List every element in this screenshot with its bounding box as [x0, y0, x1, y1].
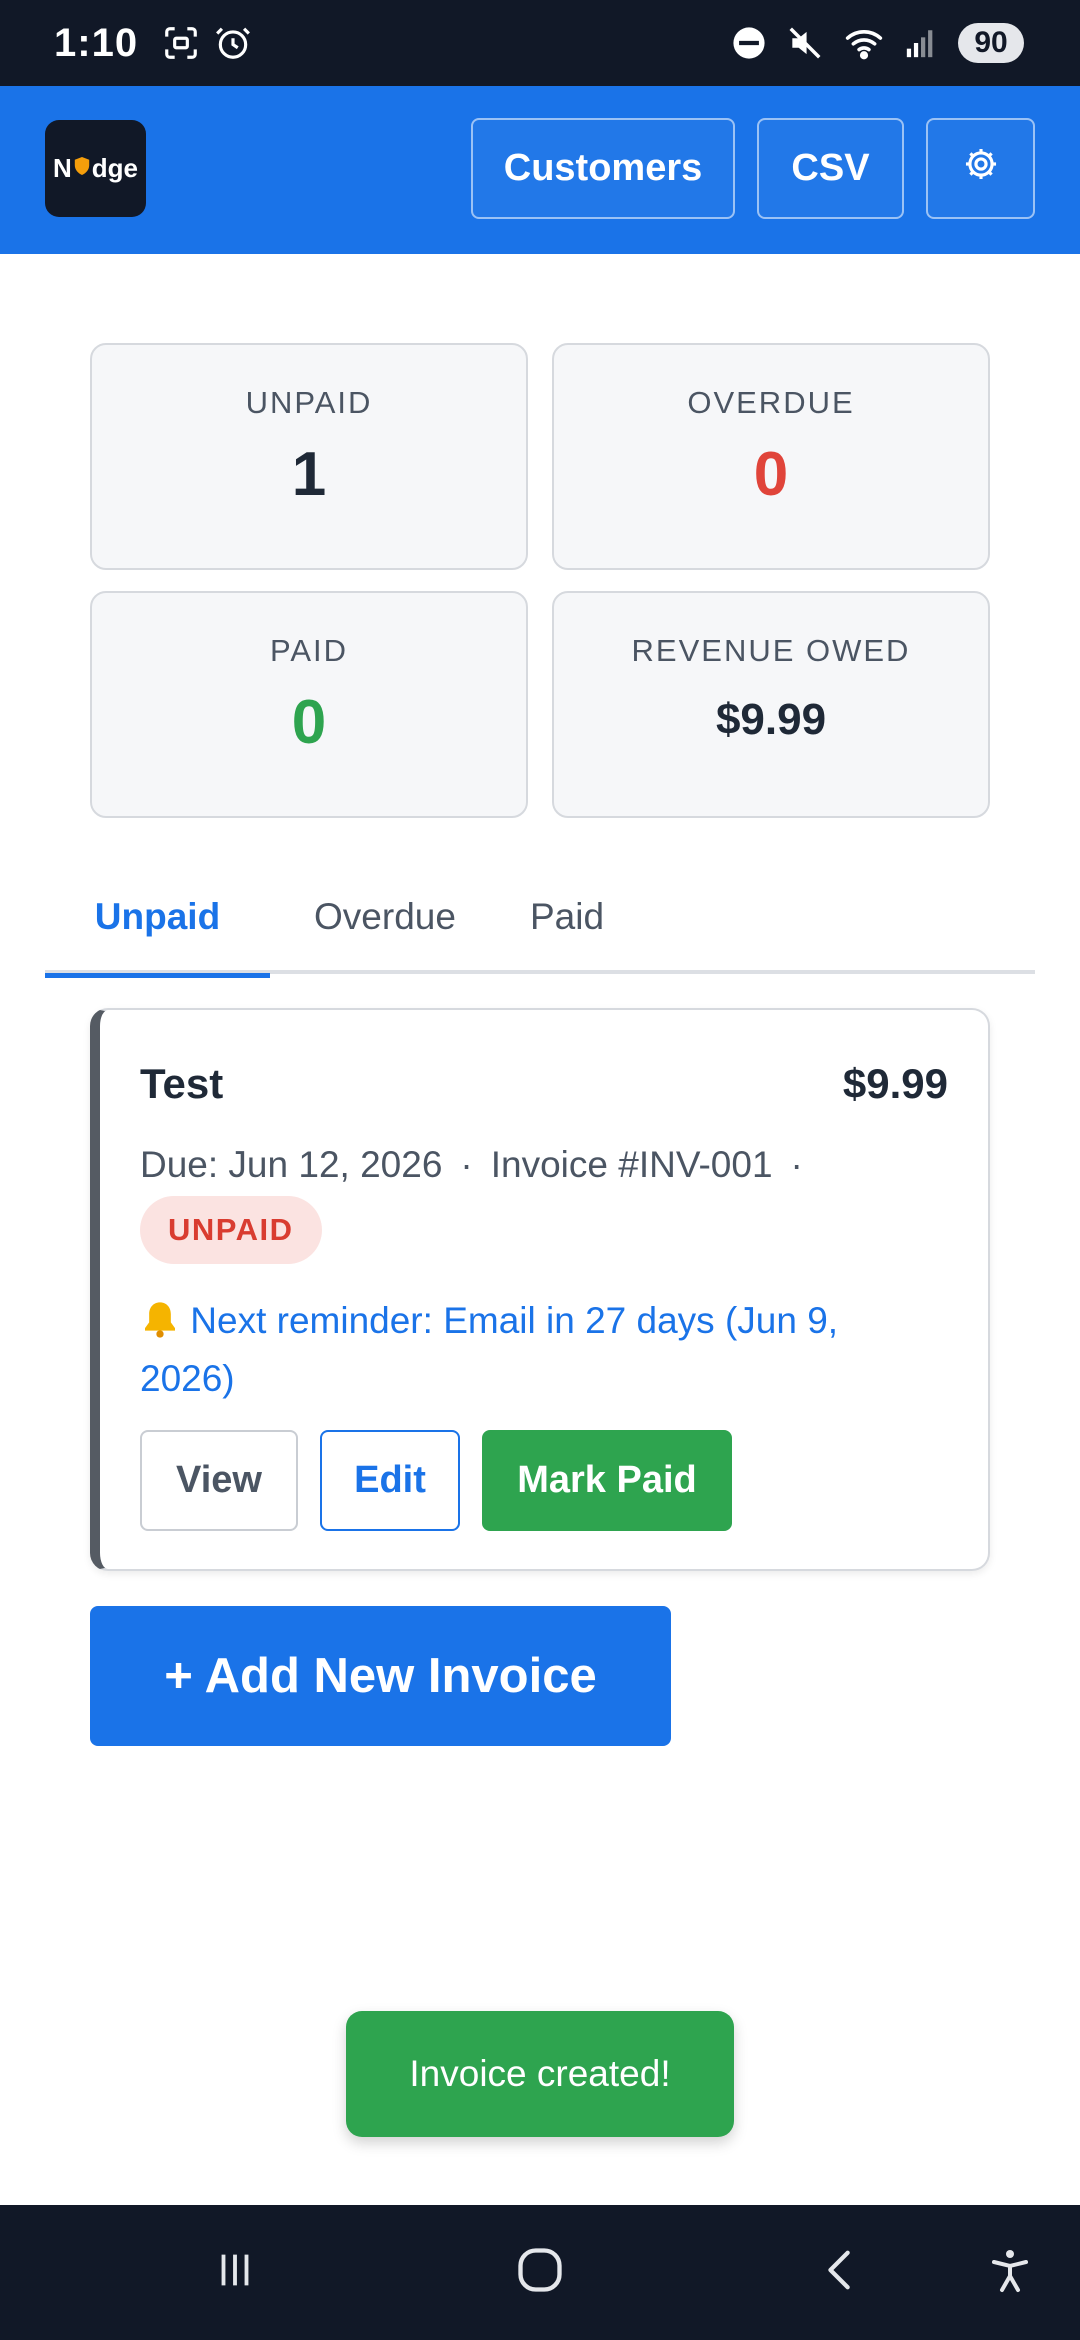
wifi-icon [844, 25, 884, 61]
recents-icon [212, 2247, 258, 2298]
mute-icon [786, 24, 824, 62]
settings-button[interactable] [926, 118, 1035, 219]
mark-paid-button[interactable]: Mark Paid [482, 1430, 732, 1531]
app-screen: 1:10 90 N dge Customers CSV UNPAID 1 OVE… [0, 0, 1080, 2340]
recent-apps-button[interactable] [195, 2205, 275, 2340]
stat-value: 0 [291, 688, 327, 757]
stat-value: $9.99 [715, 695, 827, 744]
stat-label: OVERDUE [687, 385, 855, 420]
app-logo: N dge [45, 120, 146, 217]
invoice-meta: Due: Jun 12, 2026 · Invoice #INV-001 · [140, 1144, 821, 1186]
view-button[interactable]: View [140, 1430, 298, 1531]
invoice-number: Invoice #INV-001 [490, 1144, 773, 1185]
stat-card-revenue-owed: REVENUE OWED $9.99 [552, 591, 990, 818]
meta-separator: · [460, 1144, 473, 1185]
dnd-icon [732, 26, 766, 60]
add-invoice-button[interactable]: + Add New Invoice [90, 1606, 671, 1746]
app-header: N dge Customers CSV [0, 86, 1080, 254]
meta-separator: · [790, 1144, 803, 1185]
stat-value: 0 [753, 440, 789, 509]
csv-button[interactable]: CSV [757, 118, 904, 219]
stat-card-paid: PAID 0 [90, 591, 528, 818]
back-icon [817, 2247, 863, 2298]
reminder-text: Next reminder: Email in 27 days (Jun 9, … [140, 1300, 839, 1399]
home-button[interactable] [496, 2205, 584, 2340]
system-nav-bar [0, 2205, 1080, 2340]
signal-icon [904, 26, 938, 60]
alarm-icon [214, 24, 252, 62]
status-time: 1:10 [54, 20, 139, 65]
invoice-customer-name: Test [140, 1060, 224, 1107]
invoice-amount: $9.99 [842, 1060, 948, 1107]
stat-label: UNPAID [245, 385, 373, 420]
tab-paid[interactable]: Paid [500, 860, 670, 974]
stat-label: PAID [269, 633, 349, 668]
logo-text-right: dge [91, 153, 138, 183]
battery-indicator: 90 [958, 23, 1024, 63]
tab-overdue[interactable]: Overdue [270, 860, 500, 974]
toast-notification: Invoice created! [346, 2011, 734, 2137]
stat-card-unpaid: UNPAID 1 [90, 343, 528, 570]
status-badge: UNPAID [140, 1196, 322, 1264]
next-reminder: Next reminder: Email in 27 days (Jun 9, … [140, 1292, 940, 1408]
invoice-card: Test $9.99 Due: Jun 12, 2026 · Invoice #IN… [90, 1008, 990, 1571]
gear-icon [962, 145, 1000, 193]
home-icon [514, 2244, 566, 2301]
accessibility-button[interactable] [975, 2205, 1045, 2340]
shield-icon [73, 156, 91, 182]
logo-text-left: N [52, 153, 72, 183]
edit-button[interactable]: Edit [320, 1430, 460, 1531]
invoice-due-date: Due: Jun 12, 2026 [140, 1144, 443, 1185]
tab-unpaid[interactable]: Unpaid [45, 860, 270, 978]
back-button[interactable] [800, 2205, 880, 2340]
status-bar: 1:10 90 [0, 0, 1080, 86]
accessibility-icon [986, 2246, 1034, 2299]
stat-value: 1 [291, 440, 327, 509]
invoice-tabs: Unpaid Overdue Paid [45, 860, 1035, 978]
stat-label: REVENUE OWED [631, 633, 911, 668]
bell-icon [140, 1300, 190, 1341]
stat-card-overdue: OVERDUE 0 [552, 343, 990, 570]
customers-button[interactable]: Customers [471, 118, 735, 219]
screenshot-icon [162, 24, 200, 62]
